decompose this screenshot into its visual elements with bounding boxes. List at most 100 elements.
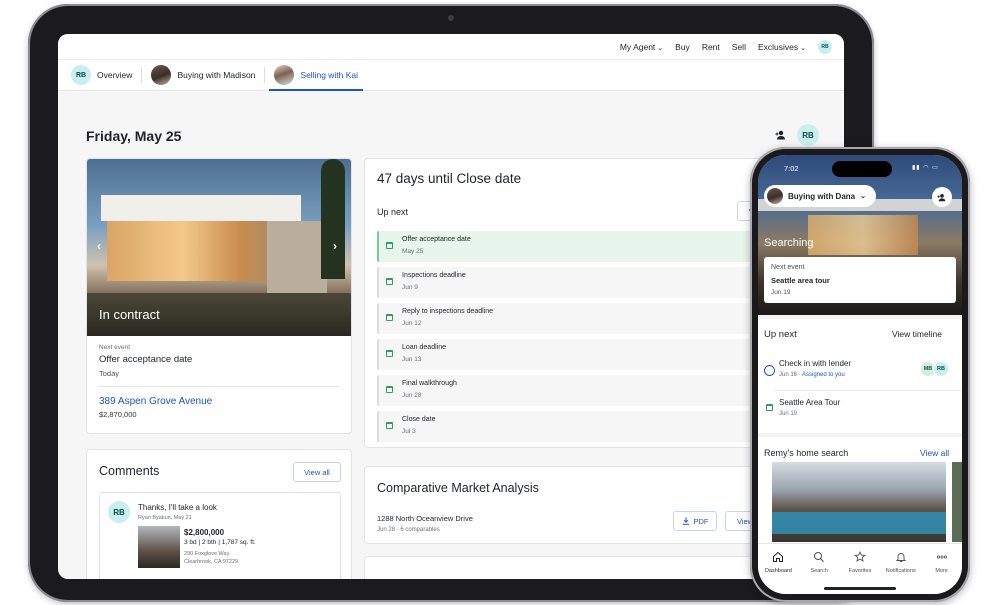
next-event-label: Next event	[771, 264, 805, 271]
task-row[interactable]: Seattle Area Tour Jun 19	[758, 395, 962, 425]
add-person-icon[interactable]	[932, 187, 952, 207]
home-search-view-all-link[interactable]: View all	[920, 448, 949, 458]
commenter-avatar: RB	[108, 501, 130, 523]
divider	[99, 386, 339, 387]
property-details: Next event Offer acceptance date Today 3…	[87, 336, 351, 427]
home-search-title: Remy's home search	[764, 448, 849, 458]
nav-exclusives[interactable]: Exclusives ⌄	[758, 42, 806, 52]
calendar-icon	[386, 314, 393, 321]
header-actions: RB	[771, 124, 819, 146]
event-row[interactable]: Loan deadline Jun 13	[377, 339, 777, 370]
view-timeline-link[interactable]: View timeline	[892, 329, 942, 339]
event-title: Loan deadline	[402, 344, 446, 351]
client-selector-label: Buying with Dana	[788, 191, 856, 201]
phone-screen: 7:02 ▮▮ ◠ ▭ Buying with Dana ⌄ Searching…	[758, 155, 962, 594]
tab-label: More	[935, 568, 948, 574]
event-date: Jun 13	[402, 356, 422, 363]
event-title: Close date	[402, 416, 436, 423]
chevron-left-icon[interactable]: ‹	[97, 239, 101, 253]
next-event-date: Jun 19	[771, 289, 791, 296]
listing-photo-partial[interactable]	[952, 462, 962, 542]
listing-specs: 3 bd | 2 bth | 1,787 sq. ft.	[184, 539, 256, 546]
account-avatar[interactable]: RB	[818, 39, 832, 54]
event-title: Offer acceptance date	[402, 236, 471, 243]
house-windows	[808, 215, 918, 255]
listing-address-line1: 290 Foxglove Way	[184, 551, 230, 557]
avatar: RB	[71, 65, 91, 85]
calendar-icon	[386, 350, 393, 357]
chevron-down-icon: ⌄	[860, 193, 866, 200]
event-title: Final walkthrough	[402, 380, 457, 387]
nav-sell[interactable]: Sell	[732, 42, 746, 52]
client-photo-avatar	[767, 188, 783, 204]
search-status: Searching	[764, 237, 814, 249]
next-event-card[interactable]: Next event Seattle area tour Jun 19	[764, 257, 956, 303]
event-row[interactable]: Final walkthrough Jun 28	[377, 375, 777, 406]
header-avatar[interactable]: RB	[797, 124, 819, 146]
section-divider	[758, 315, 962, 319]
signal-wifi-battery-icon: ▮▮ ◠ ▭	[912, 165, 939, 171]
comment-item[interactable]: RB Thanks, I'll take a look Ryan Byakun,…	[99, 492, 341, 579]
client-selector[interactable]: Buying with Dana ⌄	[764, 185, 876, 207]
divider	[774, 390, 962, 391]
calendar-icon	[386, 242, 393, 249]
task-date-line: Jun 16 · Assigned to you	[779, 372, 845, 378]
comments-title: Comments	[99, 464, 160, 478]
event-row[interactable]: Reply to inspections deadline Jun 12	[377, 303, 777, 334]
house-stone-wall	[267, 221, 327, 293]
dynamic-island	[832, 161, 892, 177]
bell-icon	[895, 553, 906, 562]
event-date: May 25	[402, 248, 424, 255]
calendar-icon	[386, 278, 393, 285]
next-event-title: Seattle area tour	[771, 276, 830, 285]
property-address-link[interactable]: 389 Aspen Grove Avenue	[99, 396, 339, 407]
close-date-title: 47 days until Close date	[377, 171, 522, 186]
avatar: RB	[933, 361, 949, 377]
download-icon	[682, 517, 689, 525]
calendar-icon	[386, 422, 393, 429]
tab-selling-with-kai[interactable]: Selling with Kai	[265, 60, 367, 91]
event-title: Reply to inspections deadline	[402, 308, 494, 315]
client-tabs: RB Overview Buying with Madison Selling …	[58, 60, 844, 91]
event-date: Jun 12	[402, 320, 422, 327]
property-photo: ‹ › In contract	[87, 159, 351, 336]
task-row[interactable]: Check in with lender Jun 16 · Assigned t…	[758, 355, 962, 391]
nav-my-agent[interactable]: My Agent ⌄	[620, 42, 663, 52]
event-date: Jul 3	[402, 428, 416, 435]
nav-rent[interactable]: Rent	[702, 42, 720, 52]
tree	[321, 159, 345, 279]
event-row[interactable]: Close date Jul 3	[377, 411, 777, 442]
event-row[interactable]: Offer acceptance date May 25	[377, 231, 777, 262]
task-title: Seattle Area Tour	[779, 398, 841, 407]
tab-overview[interactable]: RB Overview	[62, 60, 141, 91]
tab-label: Overview	[97, 70, 133, 80]
add-person-icon[interactable]	[771, 125, 791, 145]
event-row[interactable]: Inspections deadline Jun 9	[377, 267, 777, 298]
chevron-down-icon: ⌄	[800, 44, 806, 52]
cma-subtitle: Jun 28 · 6 comparables	[377, 527, 440, 533]
tab-buying-with-madison[interactable]: Buying with Madison	[142, 60, 264, 91]
tab-label: Buying with Madison	[177, 70, 256, 80]
tab-label: Favorites	[848, 568, 872, 574]
section-divider	[758, 433, 962, 437]
star-icon	[854, 551, 866, 562]
client-photo-avatar	[274, 65, 295, 85]
property-card[interactable]: ‹ › In contract Next event Offer accepta…	[86, 158, 352, 434]
checkbox-circle-icon[interactable]	[764, 365, 775, 376]
next-event-title: Offer acceptance date	[99, 354, 193, 365]
tab-more[interactable]: More	[921, 544, 962, 594]
comment-meta: Ryan Byakun, May 21	[138, 515, 192, 521]
cma-address: 1288 North Oceanview Drive	[377, 514, 473, 523]
listing-price: $2,800,000	[184, 528, 225, 537]
tab-dashboard[interactable]: Dashboard	[758, 544, 799, 594]
event-date: Jun 28	[402, 392, 422, 399]
next-event-when: Today	[99, 369, 120, 378]
listing-thumbnail[interactable]	[138, 526, 180, 568]
up-next-label: Up next	[377, 207, 409, 217]
nav-buy[interactable]: Buy	[675, 42, 690, 52]
listing-address-line2: Clearbrook, CA 97229	[184, 559, 239, 565]
comments-view-all-button[interactable]: View all	[293, 462, 341, 482]
pdf-label: PDF	[693, 516, 709, 526]
pdf-button[interactable]: PDF	[673, 511, 717, 531]
chevron-right-icon[interactable]: ›	[333, 239, 337, 253]
